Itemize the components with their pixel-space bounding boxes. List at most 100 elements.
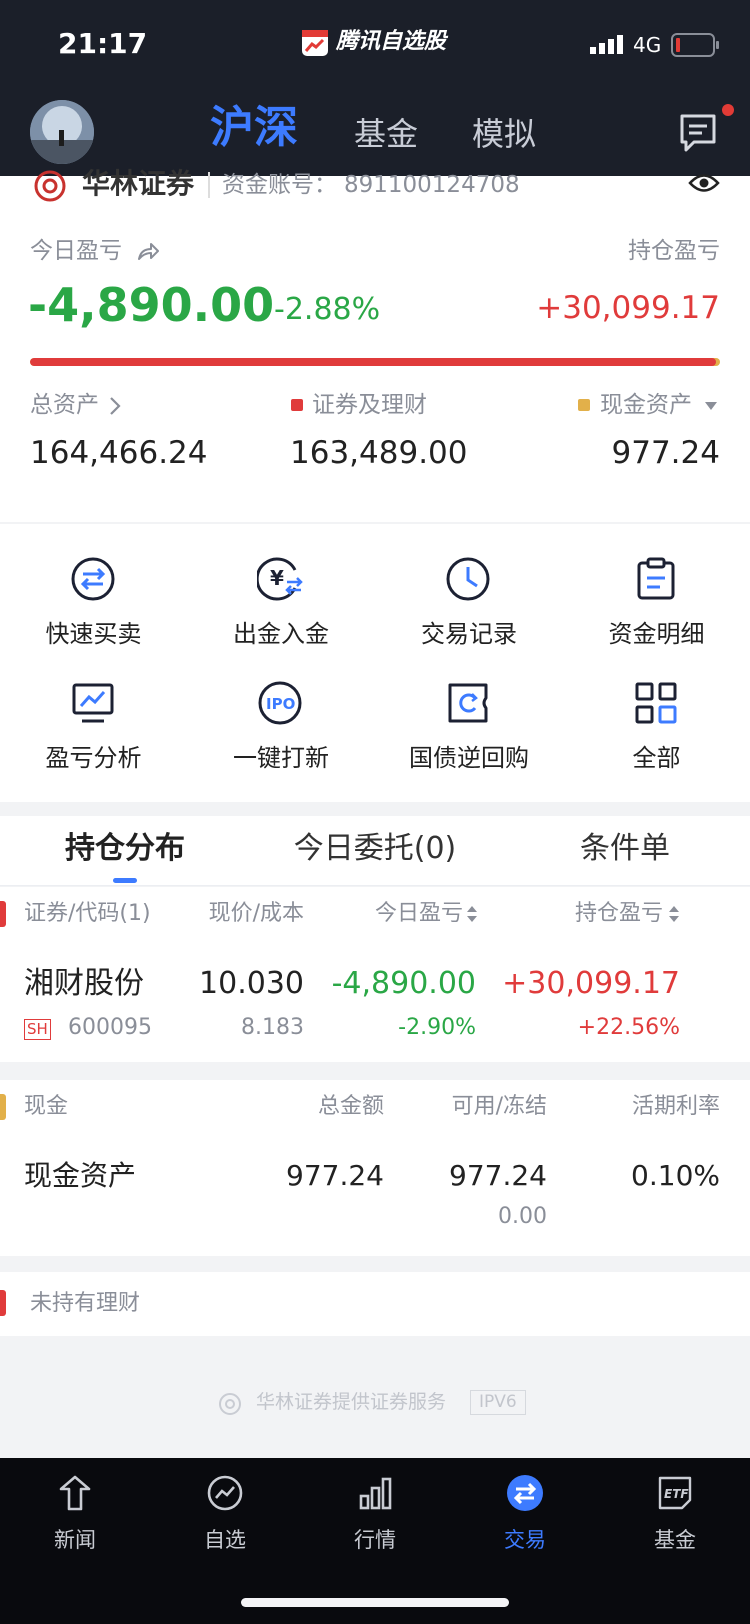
- holdings-header-holding-pl[interactable]: 持仓盈亏: [575, 903, 663, 925]
- bottom-nav-bar: 新闻 自选 行情 交易 ETF 基金: [0, 1458, 750, 1624]
- section-marker: [0, 1290, 6, 1316]
- total-assets-label[interactable]: 总资产: [30, 394, 99, 417]
- today-pl-percent: -2.88%: [274, 292, 381, 327]
- chevron-right-icon[interactable]: [108, 396, 122, 416]
- holdings-header-security: 证券/代码(1): [24, 901, 151, 926]
- account-label: 资金账号：: [222, 172, 337, 198]
- bottom-nav-label: 新闻: [54, 1528, 96, 1552]
- home-indicator: [241, 1598, 509, 1607]
- tab-active-indicator: [113, 878, 137, 883]
- stock-holding-pl-pct: +22.56%: [577, 1015, 680, 1040]
- ipo-icon: IPO: [257, 680, 303, 726]
- svg-text:¥: ¥: [270, 566, 284, 590]
- status-app-name: 腾讯自选股: [336, 29, 447, 54]
- bottom-nav-news[interactable]: 新闻: [0, 1458, 150, 1568]
- cash-row-frozen: 0.00: [498, 1204, 547, 1229]
- cash-header-total: 总金额: [317, 1094, 384, 1119]
- status-time: 21:17: [58, 27, 148, 60]
- nav-tab-fund[interactable]: 基金: [354, 118, 418, 150]
- broker-footer-logo-icon: [218, 1392, 242, 1416]
- yuan-transfer-icon: ¥: [257, 556, 305, 602]
- action-label: 国债逆回购: [409, 744, 529, 772]
- table-row[interactable]: 现金资产 977.24 977.24 0.00 0.10%: [0, 1140, 750, 1256]
- action-deposit-withdraw[interactable]: ¥ 出金入金: [187, 556, 375, 656]
- cash-header-rate: 活期利率: [631, 1094, 720, 1119]
- cash-row-name: 现金资产: [24, 1159, 137, 1192]
- top-nav-bar: 沪深 基金 模拟: [0, 90, 750, 176]
- broker-name: 华林证券: [82, 167, 195, 200]
- cash-value: 977.24: [611, 435, 720, 471]
- tab-today-orders[interactable]: 今日委托(0): [250, 834, 500, 864]
- caret-down-icon[interactable]: [704, 401, 718, 411]
- holdings-header-today-pl[interactable]: 今日盈亏: [375, 903, 463, 925]
- section-marker: [0, 901, 6, 927]
- nav-tab-hushen[interactable]: 沪深: [210, 106, 298, 150]
- holdings-table: 证券/代码(1) 现价/成本 今日盈亏 持仓盈亏 湘财股份 SH 600095 …: [0, 887, 750, 1062]
- stock-price: 10.030: [199, 966, 304, 1001]
- news-icon: [56, 1474, 94, 1512]
- nav-tab-simulation[interactable]: 模拟: [472, 118, 536, 150]
- action-reverse-repo[interactable]: 国债逆回购: [375, 680, 563, 780]
- stock-today-pl: -4,890.00: [331, 966, 476, 1001]
- holding-pl-value: +30,099.17: [536, 290, 720, 326]
- avatar[interactable]: [30, 100, 94, 164]
- bottom-nav-label: 交易: [504, 1528, 546, 1552]
- action-fund-details[interactable]: 资金明细: [563, 556, 750, 656]
- stock-name: 湘财股份: [24, 966, 144, 1001]
- clock-icon: [445, 556, 491, 602]
- action-all[interactable]: 全部: [563, 680, 750, 780]
- trade-icon: [506, 1474, 544, 1512]
- tab-holdings[interactable]: 持仓分布: [0, 834, 250, 864]
- action-trade-history[interactable]: 交易记录: [375, 556, 563, 656]
- action-label: 盈亏分析: [45, 744, 142, 772]
- action-ipo-subscribe[interactable]: IPO 一键打新: [187, 680, 375, 780]
- message-icon[interactable]: [676, 110, 722, 156]
- securities-legend-icon: [291, 399, 303, 411]
- market-badge: SH: [24, 1019, 51, 1040]
- app-logo-icon: [302, 30, 328, 56]
- cash-row-total: 977.24: [286, 1159, 384, 1192]
- bottom-nav-fund[interactable]: ETF 基金: [600, 1458, 750, 1568]
- status-bar: 21:17 腾讯自选股 4G: [0, 0, 750, 90]
- securities-label: 证券及理财: [312, 392, 427, 418]
- table-row[interactable]: 湘财股份 SH 600095 10.030 8.183 -4,890.00 -2…: [0, 947, 750, 1062]
- quick-actions-grid: 快速买卖 ¥ 出金入金 交易记录 资金明细 盈亏分析 IPO 一键打新 国债逆回…: [0, 524, 750, 802]
- section-marker: [0, 1094, 6, 1120]
- position-tabs: 持仓分布 今日委托(0) 条件单: [0, 816, 750, 886]
- eye-icon[interactable]: [688, 172, 720, 194]
- bottom-nav-watchlist[interactable]: 自选: [150, 1458, 300, 1568]
- sort-icon[interactable]: [668, 905, 680, 923]
- holding-pl-label: 持仓盈亏: [628, 238, 720, 264]
- watchlist-icon: [206, 1474, 244, 1512]
- total-assets-value: 164,466.24: [30, 435, 208, 471]
- securities-value: 163,489.00: [290, 435, 468, 471]
- swap-icon: [70, 556, 116, 602]
- tab-conditional-orders[interactable]: 条件单: [500, 834, 750, 864]
- share-icon[interactable]: [136, 240, 160, 262]
- action-pl-analysis[interactable]: 盈亏分析: [0, 680, 187, 780]
- clipboard-icon: [633, 556, 679, 602]
- divider: [208, 172, 210, 198]
- bottom-nav-label: 基金: [654, 1528, 696, 1552]
- bottom-nav-trade[interactable]: 交易: [450, 1458, 600, 1568]
- sort-icon[interactable]: [466, 905, 478, 923]
- cash-table: 现金 总金额 可用/冻结 活期利率 现金资产 977.24 977.24 0.0…: [0, 1080, 750, 1256]
- status-network: 4G: [633, 33, 662, 57]
- action-quick-trade[interactable]: 快速买卖: [0, 556, 187, 656]
- securities-ratio-fill: [30, 358, 716, 366]
- cash-label[interactable]: 现金资产: [600, 394, 692, 417]
- today-pl-value: -4,890.00: [28, 278, 275, 332]
- cash-row-rate: 0.10%: [631, 1159, 720, 1192]
- cash-header-name: 现金: [24, 1094, 69, 1119]
- action-label: 出金入金: [233, 620, 329, 648]
- svg-text:ETF: ETF: [664, 1487, 689, 1501]
- action-label: 全部: [632, 744, 681, 772]
- market-icon: [356, 1474, 394, 1512]
- asset-ratio-bar: [30, 358, 720, 366]
- action-label: 一键打新: [233, 744, 329, 772]
- account-summary-card: 华林证券 资金账号： 891100124708 今日盈亏 持仓盈亏 -4,890…: [0, 170, 750, 522]
- stock-code: 600095: [68, 1015, 152, 1040]
- footer-text: 华林证券提供证券服务: [256, 1391, 447, 1413]
- holdings-header-price: 现价/成本: [208, 901, 304, 926]
- bottom-nav-market[interactable]: 行情: [300, 1458, 450, 1568]
